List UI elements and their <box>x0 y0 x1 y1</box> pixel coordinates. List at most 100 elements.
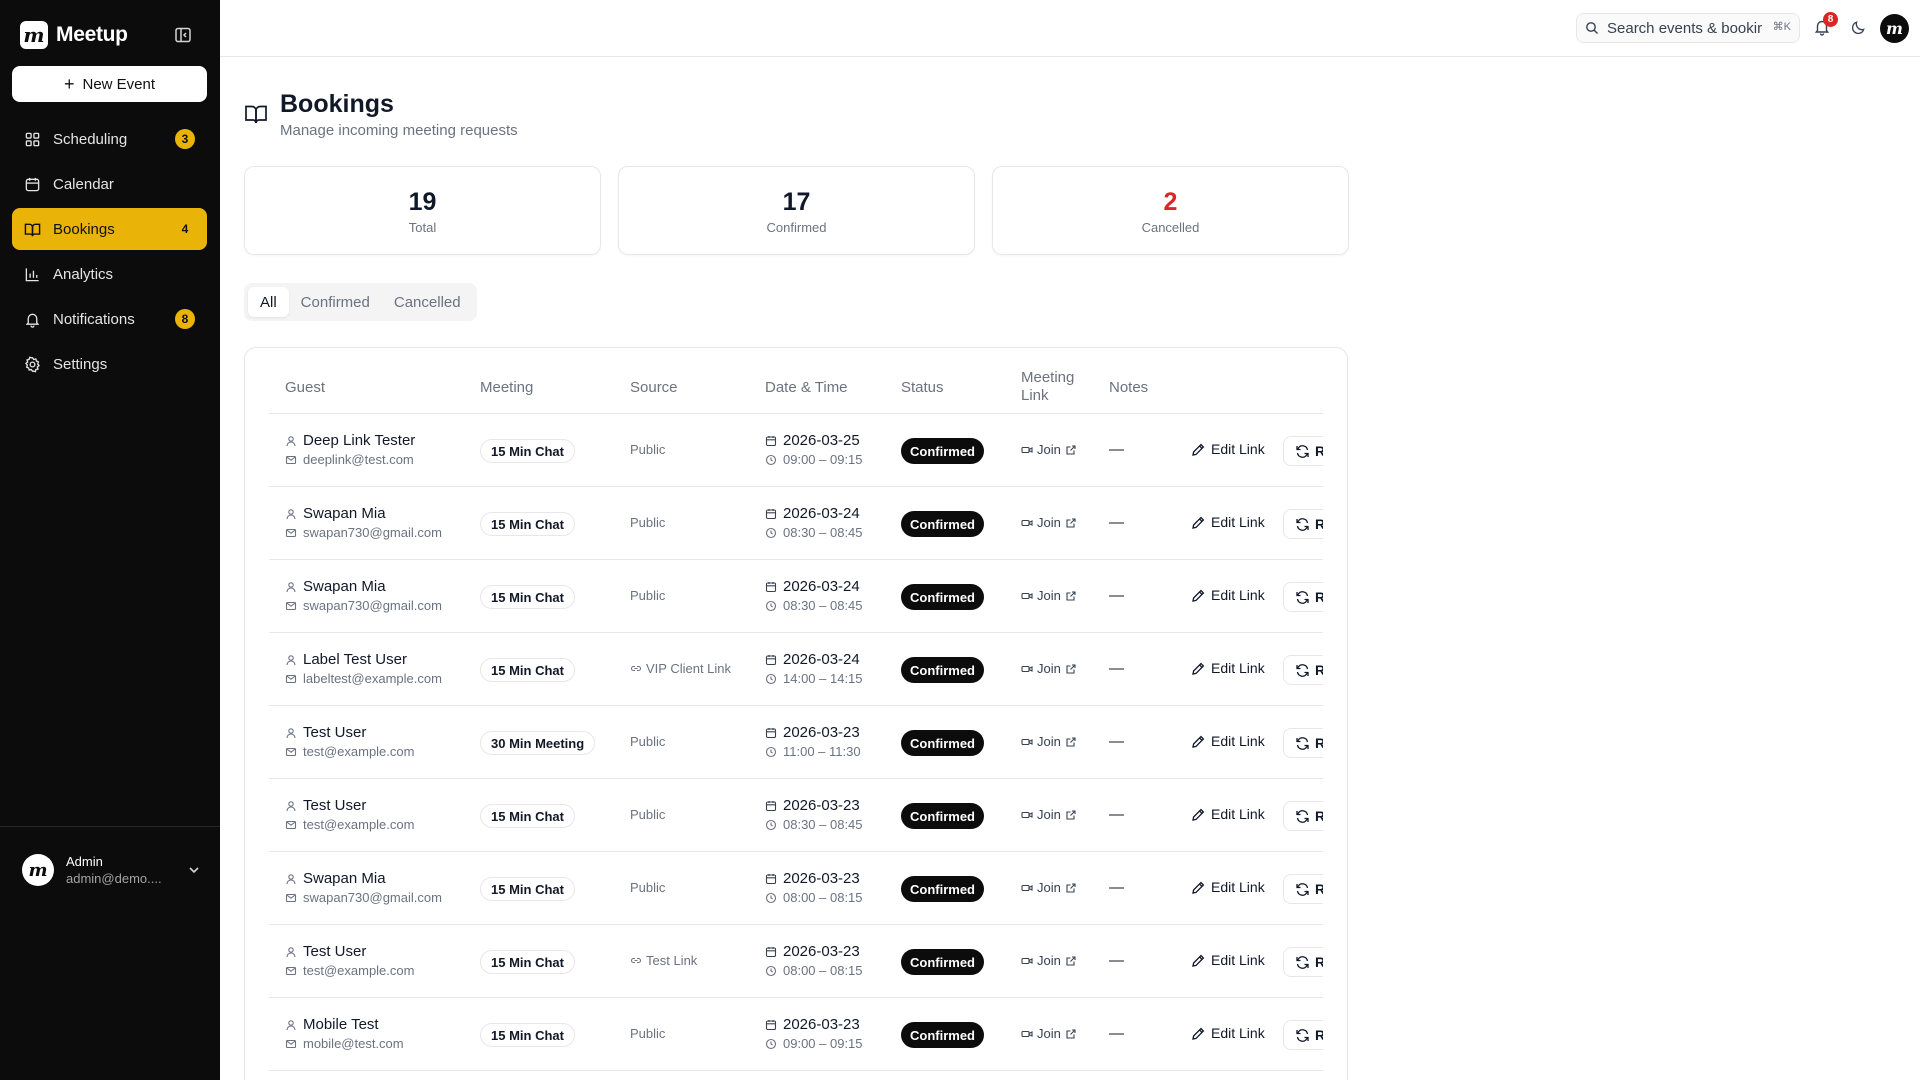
booking-date: 2026-03-23 <box>765 943 863 960</box>
filter-tabs: All Confirmed Cancelled <box>244 283 477 321</box>
chevron-down-icon[interactable] <box>186 862 202 878</box>
sidebar-item-scheduling[interactable]: Scheduling 3 <box>12 118 207 160</box>
sidebar-item-label: Calendar <box>53 175 114 193</box>
column-header-source[interactable]: Source <box>630 379 678 397</box>
source-text: Public <box>630 734 666 749</box>
moon-icon[interactable] <box>1850 19 1867 36</box>
guest-name-text: Swapan Mia <box>303 870 386 887</box>
sidebar-item-label: Notifications <box>53 310 135 328</box>
booking-date-text: 2026-03-24 <box>783 505 860 522</box>
edit-link-label: Edit Link <box>1211 441 1265 457</box>
booking-time-text: 08:00 – 08:15 <box>783 963 863 978</box>
column-header-meeting-link[interactable]: Meeting Link <box>1021 369 1074 405</box>
column-header-meeting-link-line2: Link <box>1021 387 1049 404</box>
edit-link-button[interactable]: Edit Link <box>1191 514 1265 530</box>
reschedule-button[interactable]: R <box>1283 582 1323 612</box>
table-row: Mobile Test mobile@test.com 15 Min Chat Pub… <box>269 998 1323 1071</box>
guest-email: swapan730@gmail.com <box>285 525 442 540</box>
video-icon <box>1021 957 1033 964</box>
column-header-date-time[interactable]: Date & Time <box>765 379 848 397</box>
join-link[interactable]: Join <box>1021 734 1077 749</box>
grid-icon <box>25 132 40 146</box>
meeting-type-badge: 15 Min Chat <box>480 658 575 682</box>
clock-icon <box>765 454 777 465</box>
column-header-meeting[interactable]: Meeting <box>480 379 533 397</box>
meeting-type-badge: 15 Min Chat <box>480 1023 575 1047</box>
bookings-table: Guest Meeting Source Date & Time Status … <box>269 348 1323 1080</box>
tab-all[interactable]: All <box>248 287 289 317</box>
reschedule-button[interactable]: R <box>1283 801 1323 831</box>
reschedule-button[interactable]: R <box>1283 947 1323 977</box>
join-label: Join <box>1037 734 1061 749</box>
calendar-icon <box>765 727 777 738</box>
guest-email-text: labeltest@example.com <box>303 671 442 686</box>
join-link[interactable]: Join <box>1021 515 1077 530</box>
notes-cell: — <box>1109 879 1124 896</box>
reschedule-button[interactable]: R <box>1283 728 1323 758</box>
external-link-icon <box>1066 736 1076 747</box>
tab-confirmed[interactable]: Confirmed <box>289 287 382 317</box>
source-cell: Public <box>630 734 665 749</box>
join-link[interactable]: Join <box>1021 1026 1077 1041</box>
sidebar-item-bookings[interactable]: Bookings 4 <box>12 208 207 250</box>
edit-link-button[interactable]: Edit Link <box>1191 806 1265 822</box>
edit-link-button[interactable]: Edit Link <box>1191 733 1265 749</box>
brand[interactable]: m Meetup <box>20 20 128 50</box>
avatar: m <box>22 854 54 886</box>
stat-value: 19 <box>408 188 437 216</box>
sidebar-collapse-icon[interactable] <box>174 26 192 44</box>
join-link[interactable]: Join <box>1021 880 1077 895</box>
refresh-icon <box>1296 1028 1309 1042</box>
guest-email-text: swapan730@gmail.com <box>303 890 442 905</box>
sidebar-item-settings[interactable]: Settings <box>12 343 207 385</box>
reschedule-label: R <box>1315 516 1323 532</box>
edit-link-button[interactable]: Edit Link <box>1191 879 1265 895</box>
guest-cell: Swapan Mia swapan730@gmail.com <box>285 505 442 540</box>
edit-link-button[interactable]: Edit Link <box>1191 441 1265 457</box>
column-header-status[interactable]: Status <box>901 379 944 397</box>
booking-date-text: 2026-03-25 <box>783 432 860 449</box>
guest-name: Swapan Mia <box>285 870 442 887</box>
source-text: Test Link <box>646 953 698 968</box>
join-link[interactable]: Join <box>1021 442 1077 457</box>
pencil-icon <box>1192 1027 1205 1040</box>
booking-date-text: 2026-03-23 <box>783 870 860 887</box>
sidebar-item-calendar[interactable]: Calendar <box>12 163 207 205</box>
table-row: Test User test@example.com 15 Min Chat Test… <box>269 925 1323 998</box>
user-menu[interactable]: m Admin admin@demo.... <box>22 850 202 890</box>
status-badge: Confirmed <box>901 584 984 610</box>
status-badge: Confirmed <box>901 511 984 537</box>
search-shortcut: ⌘K <box>1768 20 1791 33</box>
join-link[interactable]: Join <box>1021 661 1077 676</box>
join-label: Join <box>1037 953 1061 968</box>
column-header-meeting-link-line1: Meeting <box>1021 369 1075 386</box>
date-time-cell: 2026-03-24 14:00 – 14:15 <box>765 651 863 686</box>
date-time-cell: 2026-03-23 11:00 – 11:30 <box>765 724 861 759</box>
count-badge: 3 <box>175 129 195 149</box>
search-input[interactable]: Search events & bookir ⌘K <box>1576 13 1800 43</box>
sidebar-item-notifications[interactable]: Notifications 8 <box>12 298 207 340</box>
join-link[interactable]: Join <box>1021 953 1077 968</box>
join-link[interactable]: Join <box>1021 807 1077 822</box>
sidebar-item-analytics[interactable]: Analytics <box>12 253 207 295</box>
edit-link-button[interactable]: Edit Link <box>1191 1025 1265 1041</box>
reschedule-button[interactable]: R <box>1283 655 1323 685</box>
new-event-button[interactable]: + New Event <box>12 66 207 102</box>
external-link-icon <box>1066 809 1076 820</box>
external-link-icon <box>1066 882 1076 893</box>
edit-link-button[interactable]: Edit Link <box>1191 587 1265 603</box>
reschedule-button[interactable]: R <box>1283 436 1323 466</box>
reschedule-button[interactable]: R <box>1283 509 1323 539</box>
edit-link-button[interactable]: Edit Link <box>1191 660 1265 676</box>
meeting-type-badge: 15 Min Chat <box>480 512 575 536</box>
reschedule-button[interactable]: R <box>1283 1020 1323 1050</box>
clock-icon <box>765 1038 777 1049</box>
reschedule-button[interactable]: R <box>1283 874 1323 904</box>
column-header-notes[interactable]: Notes <box>1109 379 1148 397</box>
stat-value: 2 <box>1163 188 1178 216</box>
edit-link-button[interactable]: Edit Link <box>1191 952 1265 968</box>
column-header-guest[interactable]: Guest <box>285 379 325 397</box>
join-link[interactable]: Join <box>1021 588 1077 603</box>
tab-cancelled[interactable]: Cancelled <box>382 287 473 317</box>
avatar[interactable]: m <box>1880 14 1909 43</box>
